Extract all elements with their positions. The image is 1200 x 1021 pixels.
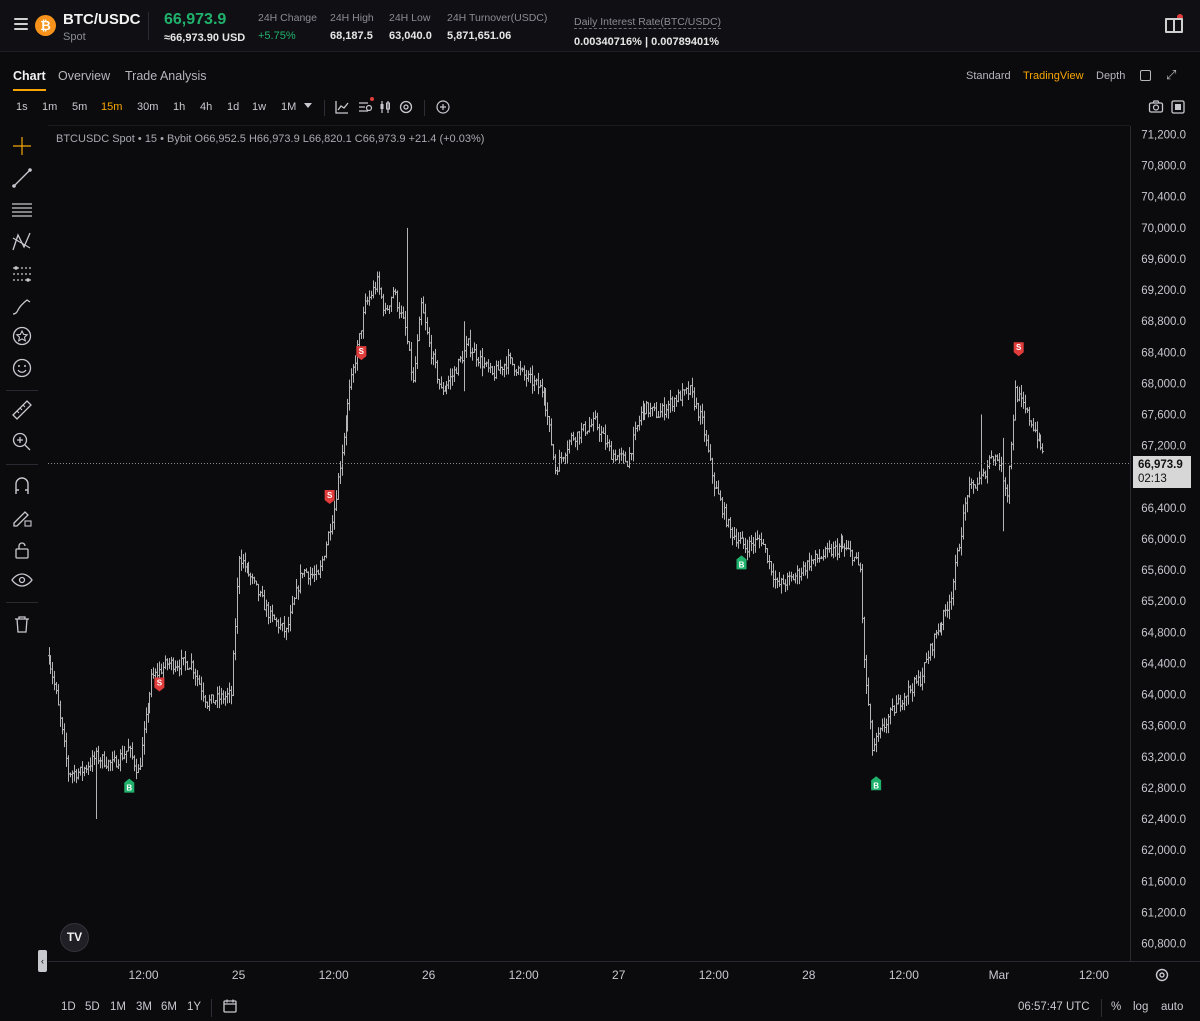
price-tick-label: 60,800.0 (1141, 939, 1186, 951)
price-tick-label: 66,000.0 (1141, 534, 1186, 546)
range-3m[interactable]: 3M (136, 1001, 152, 1013)
price-tick-label: 67,600.0 (1141, 410, 1186, 422)
svg-text:S: S (157, 678, 163, 687)
price-tick-label: 69,200.0 (1141, 285, 1186, 297)
time-tick-label: 12:00 (699, 968, 729, 982)
time-tick-label: 27 (612, 968, 626, 982)
price-tick-label: 64,000.0 (1141, 690, 1186, 702)
range-1m[interactable]: 1M (110, 1001, 126, 1013)
price-tick-label: 63,600.0 (1141, 721, 1186, 733)
svg-text:S: S (1016, 343, 1022, 352)
time-tick-label: 26 (422, 968, 436, 982)
time-tick-label: 12:00 (129, 968, 159, 982)
current-price-value: 66,973.9 (1138, 459, 1183, 471)
log-scale-toggle[interactable]: log (1133, 1001, 1148, 1013)
price-tick-label: 62,000.0 (1141, 845, 1186, 857)
price-tick-label: 65,200.0 (1141, 596, 1186, 608)
time-tick-label: 12:00 (509, 968, 539, 982)
price-tick-label: 68,800.0 (1141, 316, 1186, 328)
time-tick-label: 28 (802, 968, 816, 982)
price-tick-label: 68,000.0 (1141, 378, 1186, 390)
price-tick-label: 64,400.0 (1141, 658, 1186, 670)
sell-marker[interactable]: S (1013, 342, 1024, 357)
svg-text:B: B (126, 784, 132, 793)
range-1d[interactable]: 1D (61, 1001, 76, 1013)
svg-text:B: B (873, 781, 879, 790)
utc-clock[interactable]: 06:57:47 UTC (1018, 1001, 1090, 1013)
sell-marker[interactable]: S (154, 677, 165, 692)
price-tick-label: 67,200.0 (1141, 441, 1186, 453)
time-tick-label: Mar (989, 968, 1010, 982)
price-tick-label: 69,600.0 (1141, 254, 1186, 266)
price-tick-label: 70,000.0 (1141, 223, 1186, 235)
svg-text:S: S (359, 347, 365, 356)
price-tick-label: 71,200.0 (1141, 130, 1186, 142)
price-tick-label: 64,800.0 (1141, 627, 1186, 639)
price-tick-label: 68,400.0 (1141, 347, 1186, 359)
price-tick-label: 65,600.0 (1141, 565, 1186, 577)
buy-marker[interactable]: B (871, 776, 882, 791)
divider (211, 999, 212, 1017)
price-tick-label: 62,800.0 (1141, 783, 1186, 795)
price-tick-label: 70,800.0 (1141, 161, 1186, 173)
time-tick-label: 12:00 (319, 968, 349, 982)
price-chart[interactable]: 71,200.0 70,800.0 70,400.0 70,000.0 69,600.0… (0, 0, 1200, 1021)
bottom-bar: 1D 5D 1M 3M 6M 1Y 06:57:47 UTC % log aut… (0, 994, 1200, 1021)
calendar-icon[interactable] (222, 998, 238, 1014)
price-tick-label: 62,400.0 (1141, 814, 1186, 826)
auto-scale-toggle[interactable]: auto (1161, 1001, 1183, 1013)
tradingview-logo[interactable]: TV (60, 923, 89, 952)
range-5d[interactable]: 5D (85, 1001, 100, 1013)
time-tick-label: 12:00 (889, 968, 919, 982)
time-tick-label: 12:00 (1079, 968, 1109, 982)
price-tick-label: 70,400.0 (1141, 192, 1186, 204)
price-tick-label: 66,400.0 (1141, 503, 1186, 515)
range-1y[interactable]: 1Y (187, 1001, 201, 1013)
buy-marker[interactable]: B (124, 778, 135, 793)
price-tick-label: 61,600.0 (1141, 876, 1186, 888)
gear-icon[interactable] (1154, 967, 1170, 983)
price-tick-label: 63,200.0 (1141, 752, 1186, 764)
range-6m[interactable]: 6M (161, 1001, 177, 1013)
svg-text:B: B (739, 560, 745, 569)
chart-legend: BTCUSDC Spot • 15 • Bybit O66,952.5 H66,… (56, 133, 485, 145)
divider (1101, 999, 1102, 1017)
price-tick-label: 61,200.0 (1141, 907, 1186, 919)
svg-text:S: S (327, 491, 333, 500)
sell-marker[interactable]: S (324, 489, 335, 504)
time-tick-label: 25 (232, 968, 246, 982)
buy-marker[interactable]: B (736, 555, 747, 570)
percent-scale-toggle[interactable]: % (1111, 1001, 1121, 1013)
candle-countdown: 02:13 (1138, 473, 1167, 485)
current-price-tag: 66,973.9 02:13 (1133, 456, 1191, 488)
